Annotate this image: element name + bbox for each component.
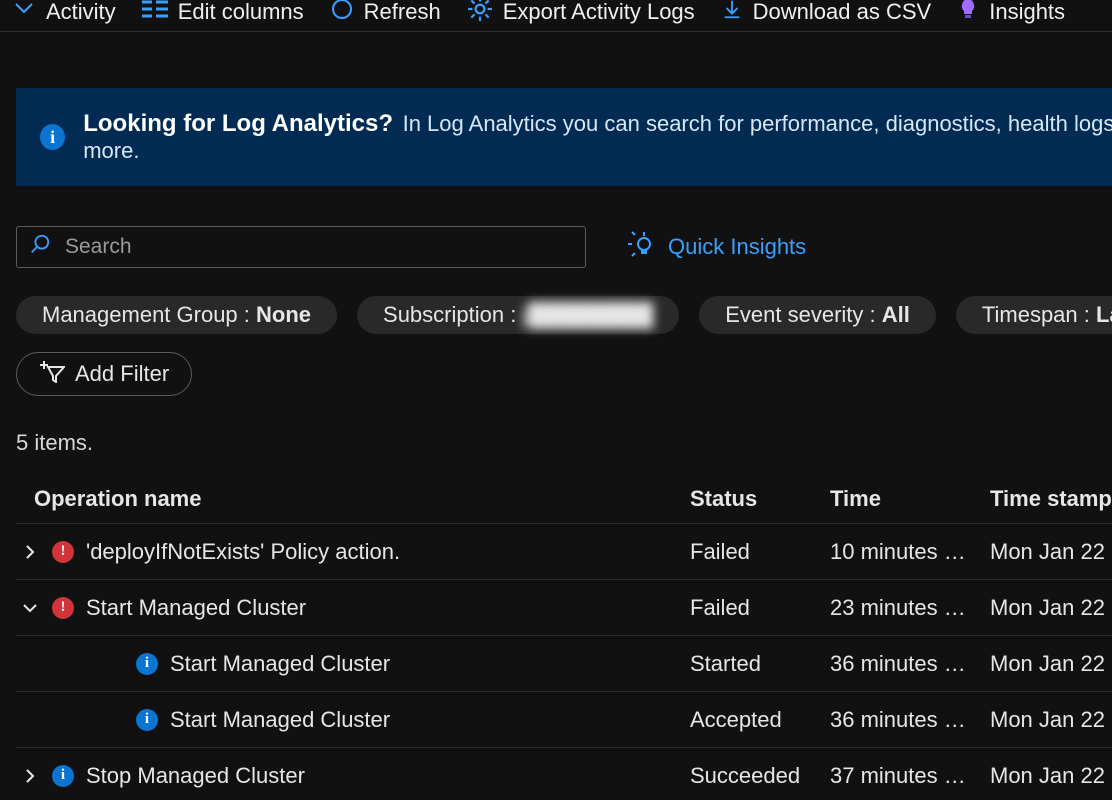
error-icon: ! — [52, 541, 74, 563]
banner-lead: Looking for Log Analytics? — [83, 110, 393, 137]
download-icon — [721, 0, 743, 26]
col-time[interactable]: Time — [826, 486, 986, 512]
col-timestamp[interactable]: Time stamp — [986, 486, 1112, 512]
info-icon: i — [136, 709, 158, 731]
cell-ts: Mon Jan 22 … — [986, 763, 1112, 789]
search-input[interactable] — [63, 234, 573, 260]
operation-name[interactable]: Start Managed Cluster — [170, 651, 390, 677]
cell-ts: Mon Jan 22 … — [986, 651, 1112, 677]
filter-pills: Management Group : None Subscription : j… — [16, 296, 1112, 334]
activity-table: Operation name Status Time Time stamp ! '… — [16, 474, 1112, 800]
cell-ts: Mon Jan 22 … — [986, 707, 1112, 733]
info-icon: i — [52, 765, 74, 787]
operation-name[interactable]: Stop Managed Cluster — [86, 763, 305, 789]
refresh-button[interactable]: Refresh — [330, 0, 441, 27]
chevron-down-icon[interactable] — [20, 600, 40, 616]
refresh-label: Refresh — [364, 0, 441, 25]
export-button[interactable]: Export Activity Logs — [467, 0, 695, 28]
chevron-right-icon[interactable] — [20, 768, 40, 784]
col-operation[interactable]: Operation name — [16, 486, 686, 512]
toolbar: Activity Edit columns Refresh — [0, 0, 1112, 32]
search-row: Quick Insights — [16, 226, 1112, 268]
quick-insights-label: Quick Insights — [668, 234, 806, 260]
filter-event-severity[interactable]: Event severity : All — [699, 296, 936, 334]
export-label: Export Activity Logs — [503, 0, 695, 25]
columns-icon — [142, 0, 168, 25]
info-icon: i — [40, 124, 65, 150]
col-status[interactable]: Status — [686, 486, 826, 512]
cell-status: Failed — [686, 595, 826, 621]
edit-columns-label: Edit columns — [178, 0, 304, 25]
info-icon: i — [136, 653, 158, 675]
search-icon — [29, 233, 51, 261]
chevron-down-icon — [12, 0, 36, 27]
filter-subscription[interactable]: Subscription : j████████ — [357, 296, 679, 334]
cell-ts: Mon Jan 22 … — [986, 539, 1112, 565]
activity-dropdown[interactable]: Activity — [12, 0, 116, 27]
insights-label: Insights — [989, 0, 1065, 25]
cell-time: 36 minutes … — [826, 651, 986, 677]
add-filter-label: Add Filter — [75, 361, 169, 387]
table-header: Operation name Status Time Time stamp — [16, 474, 1112, 524]
operation-name[interactable]: 'deployIfNotExists' Policy action. — [86, 539, 400, 565]
search-box[interactable] — [16, 226, 586, 268]
gear-icon — [467, 0, 493, 28]
operation-name[interactable]: Start Managed Cluster — [170, 707, 390, 733]
lightbulb-icon — [957, 0, 979, 27]
add-filter-icon — [39, 359, 65, 389]
insights-button[interactable]: Insights — [957, 0, 1065, 27]
error-icon: ! — [52, 597, 74, 619]
edit-columns-button[interactable]: Edit columns — [142, 0, 304, 25]
bulb-rays-icon — [626, 230, 656, 264]
cell-status: Started — [686, 651, 826, 677]
item-count: 5 items. — [16, 430, 1112, 456]
cell-status: Succeeded — [686, 763, 826, 789]
cell-status: Failed — [686, 539, 826, 565]
table-row[interactable]: ! 'deployIfNotExists' Policy action. Faile… — [16, 524, 1112, 580]
cell-time: 36 minutes … — [826, 707, 986, 733]
add-filter-button[interactable]: Add Filter — [16, 352, 192, 396]
activity-label: Activity — [46, 0, 116, 25]
cell-time: 37 minutes … — [826, 763, 986, 789]
refresh-icon — [330, 0, 354, 27]
quick-insights-link[interactable]: Quick Insights — [626, 230, 806, 264]
download-csv-label: Download as CSV — [753, 0, 932, 25]
cell-ts: Mon Jan 22 … — [986, 595, 1112, 621]
cell-time: 23 minutes … — [826, 595, 986, 621]
cell-time: 10 minutes … — [826, 539, 986, 565]
log-analytics-banner[interactable]: i Looking for Log Analytics? In Log Anal… — [16, 88, 1112, 186]
operation-name[interactable]: Start Managed Cluster — [86, 595, 306, 621]
chevron-right-icon[interactable] — [20, 544, 40, 560]
table-row[interactable]: i Start Managed Cluster Accepted36 minutes… — [16, 692, 1112, 748]
table-row[interactable]: i Stop Managed Cluster Succeeded37 minutes… — [16, 748, 1112, 800]
cell-status: Accepted — [686, 707, 826, 733]
table-row[interactable]: i Start Managed Cluster Started36 minutes … — [16, 636, 1112, 692]
filter-timespan[interactable]: Timespan : Last 6 hours — [956, 296, 1112, 334]
filter-management-group[interactable]: Management Group : None — [16, 296, 337, 334]
download-csv-button[interactable]: Download as CSV — [721, 0, 932, 26]
table-row[interactable]: ! Start Managed Cluster Failed23 minutes …… — [16, 580, 1112, 636]
